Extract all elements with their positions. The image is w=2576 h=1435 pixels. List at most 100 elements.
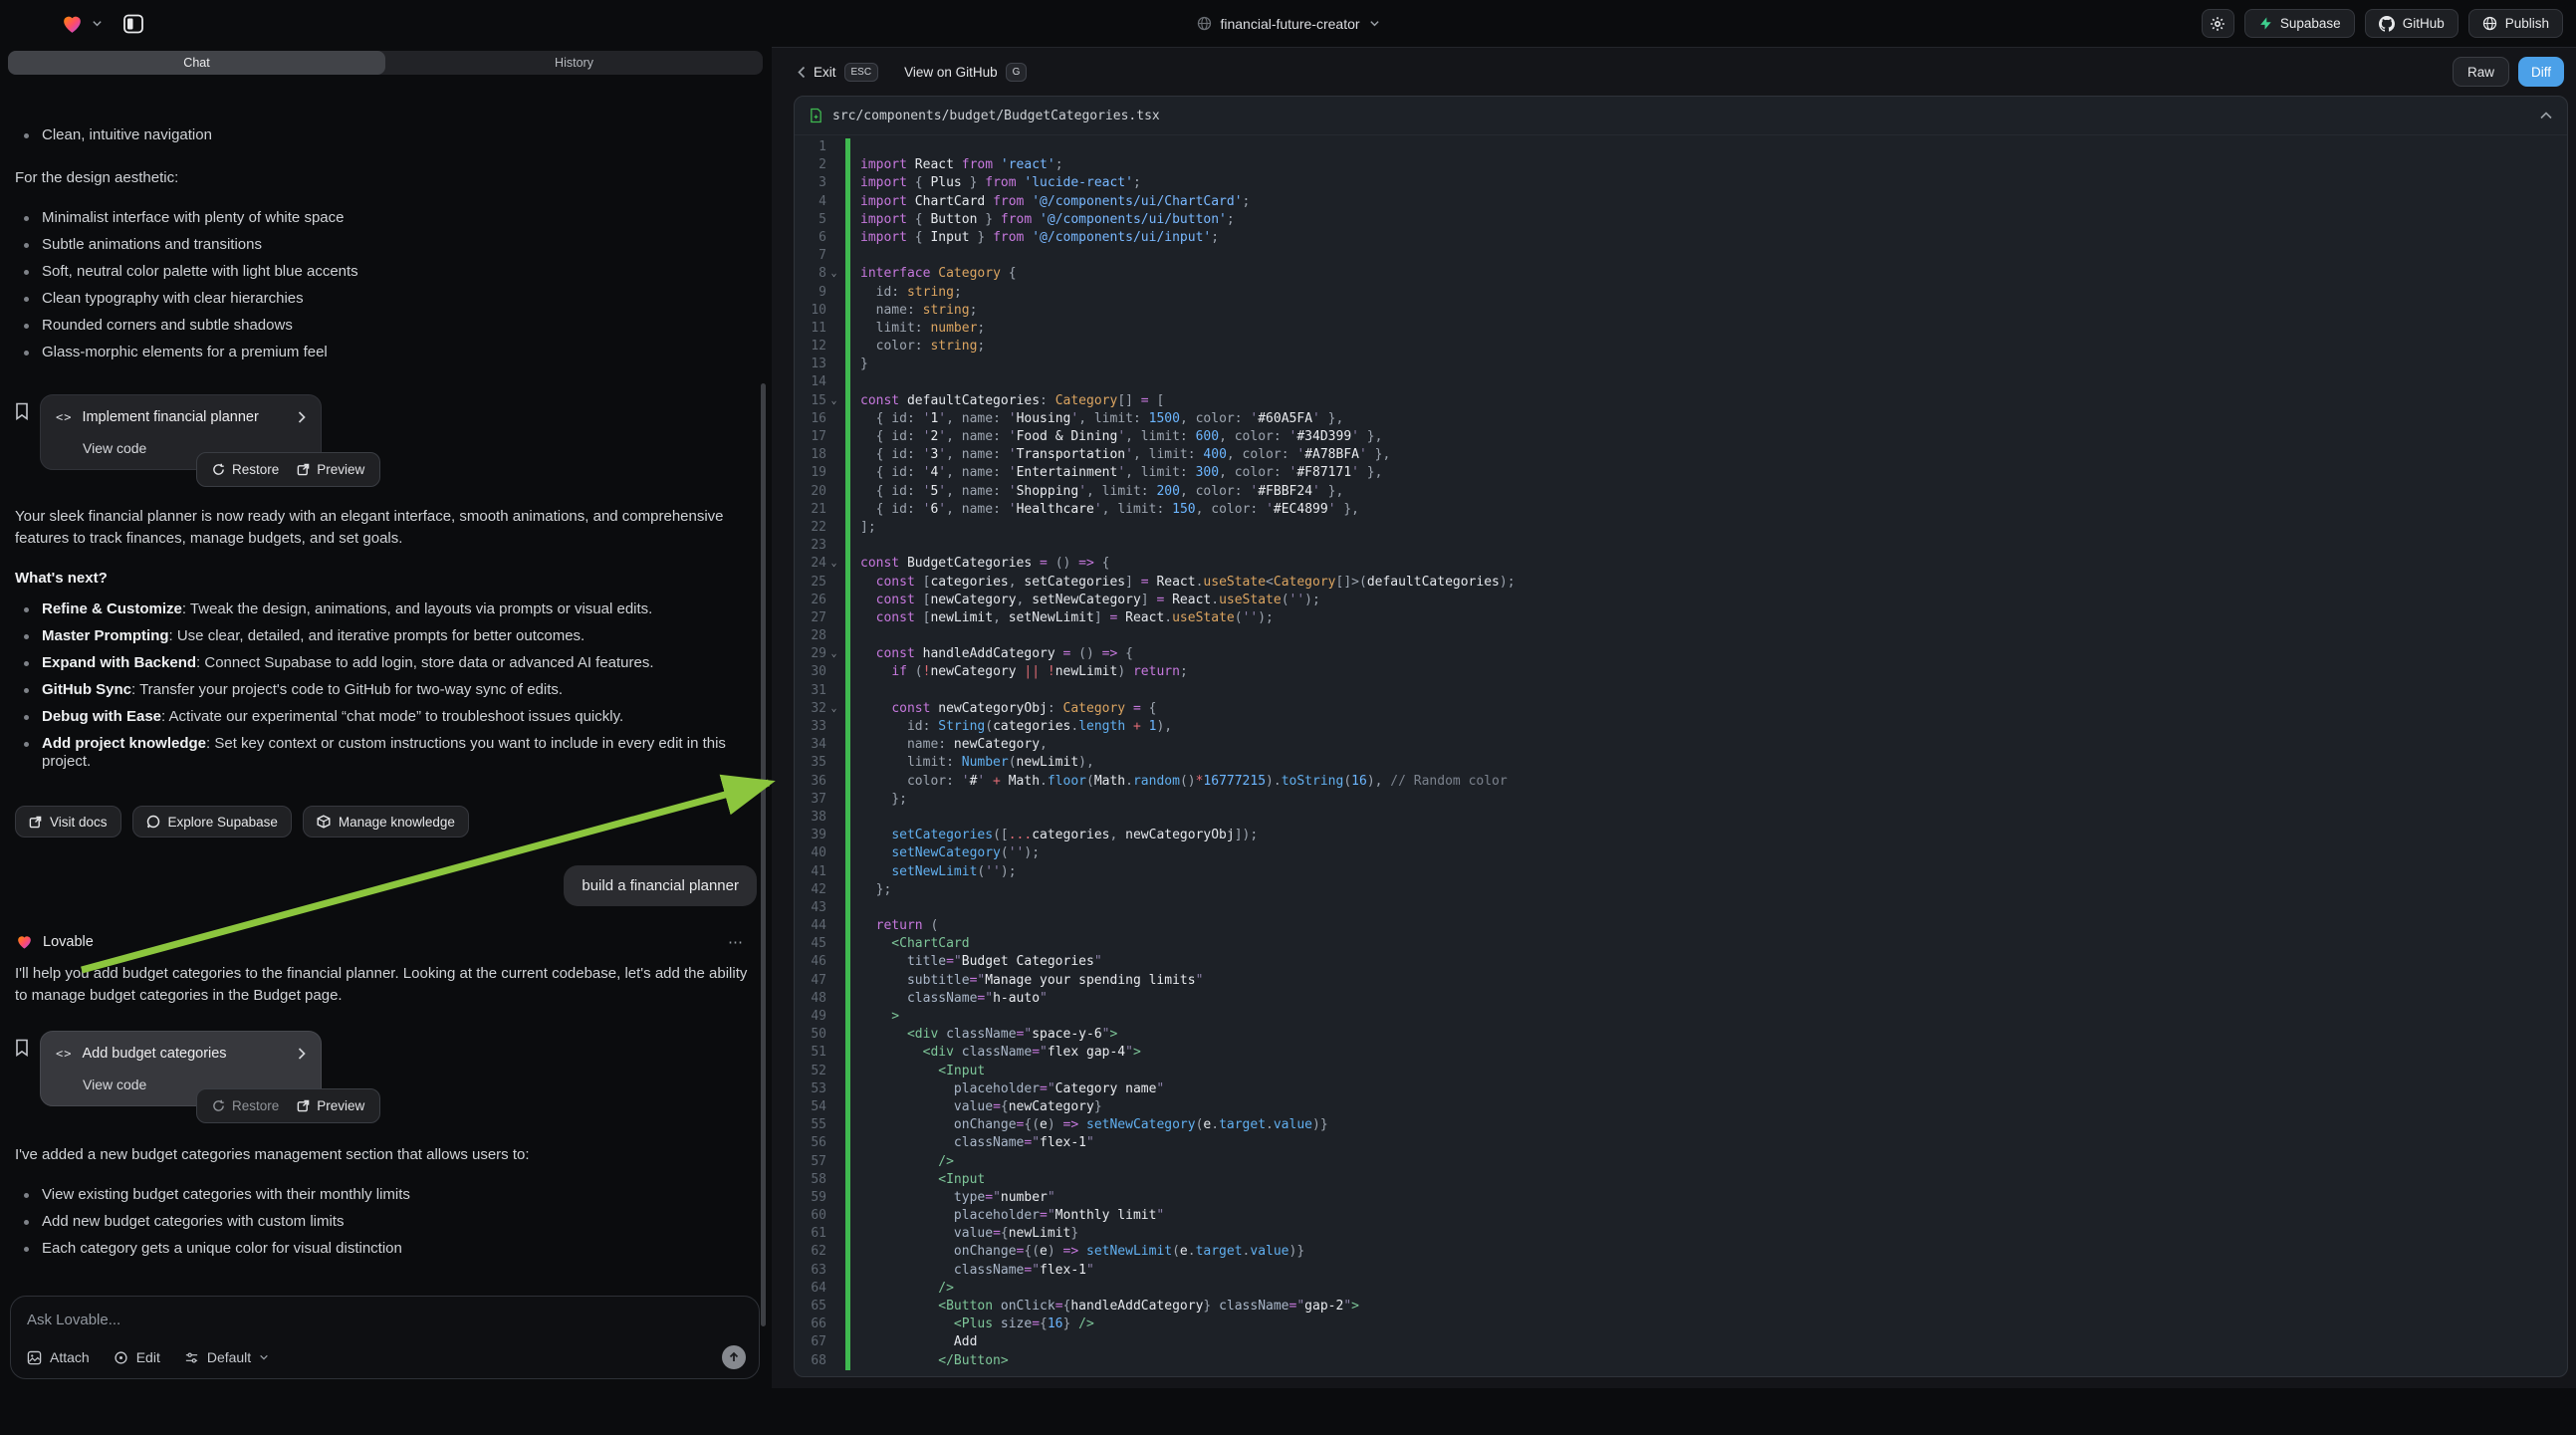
raw-toggle-button[interactable]: Raw: [2453, 57, 2509, 87]
version-card-row: <> Implement financial planner View code…: [15, 394, 757, 470]
code-line: 11 limit: number;: [795, 320, 2567, 338]
design-aesthetic-heading: For the design aesthetic:: [15, 167, 757, 189]
whats-next-heading: What's next?: [15, 570, 757, 587]
restore-icon: [212, 1099, 225, 1112]
code-line: 60 placeholder="Monthly limit": [795, 1207, 2567, 1225]
diff-added-gutter: [845, 1298, 850, 1315]
collapse-file-button[interactable]: [2540, 112, 2552, 120]
view-on-github-button[interactable]: View on GitHub G: [904, 63, 1027, 82]
external-link-icon: [297, 463, 310, 476]
fold-toggle-icon[interactable]: ⌄: [826, 392, 841, 410]
code-line: 52 <Input: [795, 1063, 2567, 1080]
preview-button[interactable]: Preview: [297, 1098, 364, 1113]
line-number: 4: [795, 193, 826, 211]
line-number: 1: [795, 138, 826, 156]
settings-button[interactable]: [2202, 9, 2234, 38]
fold-gutter: [826, 1333, 841, 1351]
line-number: 28: [795, 627, 826, 645]
code-line: 12 color: string;: [795, 338, 2567, 356]
restore-button[interactable]: Restore: [212, 1098, 279, 1113]
edit-mode-button[interactable]: Edit: [114, 1349, 160, 1365]
fold-gutter: [826, 881, 841, 899]
code-line: 44 return (: [795, 917, 2567, 935]
diff-added-gutter: [845, 663, 850, 681]
explore-supabase-button[interactable]: Explore Supabase: [132, 806, 292, 837]
code-line: 33 id: String(categories.length + 1),: [795, 718, 2567, 736]
file-header[interactable]: src/components/budget/BudgetCategories.t…: [795, 97, 2567, 135]
visit-docs-button[interactable]: Visit docs: [15, 806, 121, 837]
code-line: 66 <Plus size={16} />: [795, 1315, 2567, 1333]
manage-knowledge-button[interactable]: Manage knowledge: [303, 806, 469, 837]
list-item: Expand with Backend: Connect Supabase to…: [15, 654, 757, 672]
chevron-down-icon: [259, 1352, 269, 1362]
supabase-button[interactable]: Supabase: [2244, 9, 2355, 38]
message-options-button[interactable]: ⋯: [728, 933, 757, 951]
chat-scrollbar[interactable]: [761, 383, 766, 1326]
diff-added-gutter: [845, 1352, 850, 1370]
attach-button[interactable]: Attach: [27, 1349, 90, 1365]
diff-added-gutter: [845, 483, 850, 501]
publish-button[interactable]: Publish: [2468, 9, 2563, 38]
chevron-right-icon[interactable]: [298, 411, 306, 423]
sidebar-toggle-button[interactable]: [118, 9, 148, 39]
line-number: 51: [795, 1044, 826, 1062]
gear-icon: [2210, 16, 2225, 32]
code-line: 67 Add: [795, 1333, 2567, 1351]
diff-added-gutter: [845, 844, 850, 862]
fold-gutter: [826, 609, 841, 627]
preview-button[interactable]: Preview: [297, 462, 364, 477]
tab-chat[interactable]: Chat: [8, 51, 385, 75]
mode-select[interactable]: Default: [184, 1349, 269, 1365]
code-line: 63 className="flex-1": [795, 1262, 2567, 1280]
exit-button[interactable]: Exit ESC: [798, 63, 878, 82]
github-button[interactable]: GitHub: [2365, 9, 2459, 38]
diff-added-gutter: [845, 1189, 850, 1207]
line-number: 43: [795, 899, 826, 917]
bookmark-icon[interactable]: [15, 1039, 29, 1106]
project-switcher[interactable]: financial-future-creator: [1196, 16, 1379, 32]
diff-added-gutter: [845, 1243, 850, 1261]
send-button[interactable]: [722, 1345, 746, 1369]
diff-added-gutter: [845, 791, 850, 809]
code-diff-view[interactable]: 12import React from 'react';3import { Pl…: [795, 135, 2567, 1376]
diff-added-gutter: [845, 736, 850, 754]
fold-gutter: [826, 174, 841, 192]
restore-preview-pill: Restore Preview: [196, 1088, 380, 1123]
diff-added-gutter: [845, 1153, 850, 1171]
line-number: 67: [795, 1333, 826, 1351]
diff-added-gutter: [845, 1225, 850, 1243]
fold-gutter: [826, 501, 841, 519]
list-item: View existing budget categories with the…: [15, 1186, 757, 1204]
fold-gutter: [826, 1243, 841, 1261]
diff-toggle-button[interactable]: Diff: [2518, 57, 2564, 87]
line-number: 3: [795, 174, 826, 192]
diff-added-gutter: [845, 899, 850, 917]
code-line: 59 type="number": [795, 1189, 2567, 1207]
added-intro-paragraph: I've added a new budget categories manag…: [15, 1144, 757, 1166]
restore-button[interactable]: Restore: [212, 462, 279, 477]
esc-key-chip: ESC: [844, 63, 879, 82]
line-number: 29: [795, 645, 826, 663]
code-line: 37 };: [795, 791, 2567, 809]
external-link-icon: [297, 1099, 310, 1112]
fold-toggle-icon[interactable]: ⌄: [826, 265, 841, 283]
line-number: 55: [795, 1116, 826, 1134]
fold-gutter: [826, 156, 841, 174]
fold-toggle-icon[interactable]: ⌄: [826, 555, 841, 573]
diff-added-gutter: [845, 718, 850, 736]
fold-toggle-icon[interactable]: ⌄: [826, 645, 841, 663]
composer: Ask Lovable... Attach Edit Default: [10, 1296, 760, 1379]
bookmark-icon[interactable]: [15, 402, 29, 470]
code-line: 55 onChange={(e) => setNewCategory(e.tar…: [795, 1116, 2567, 1134]
fold-gutter: [826, 1189, 841, 1207]
line-number: 62: [795, 1243, 826, 1261]
brand[interactable]: [0, 11, 103, 36]
fold-gutter: [826, 320, 841, 338]
chevron-right-icon[interactable]: [298, 1048, 306, 1060]
fold-gutter: [826, 211, 841, 229]
diff-added-gutter: [845, 464, 850, 482]
tab-history[interactable]: History: [385, 51, 763, 75]
list-item: Glass-morphic elements for a premium fee…: [15, 344, 757, 361]
chat-input[interactable]: Ask Lovable...: [27, 1312, 743, 1328]
fold-toggle-icon[interactable]: ⌄: [826, 700, 841, 718]
